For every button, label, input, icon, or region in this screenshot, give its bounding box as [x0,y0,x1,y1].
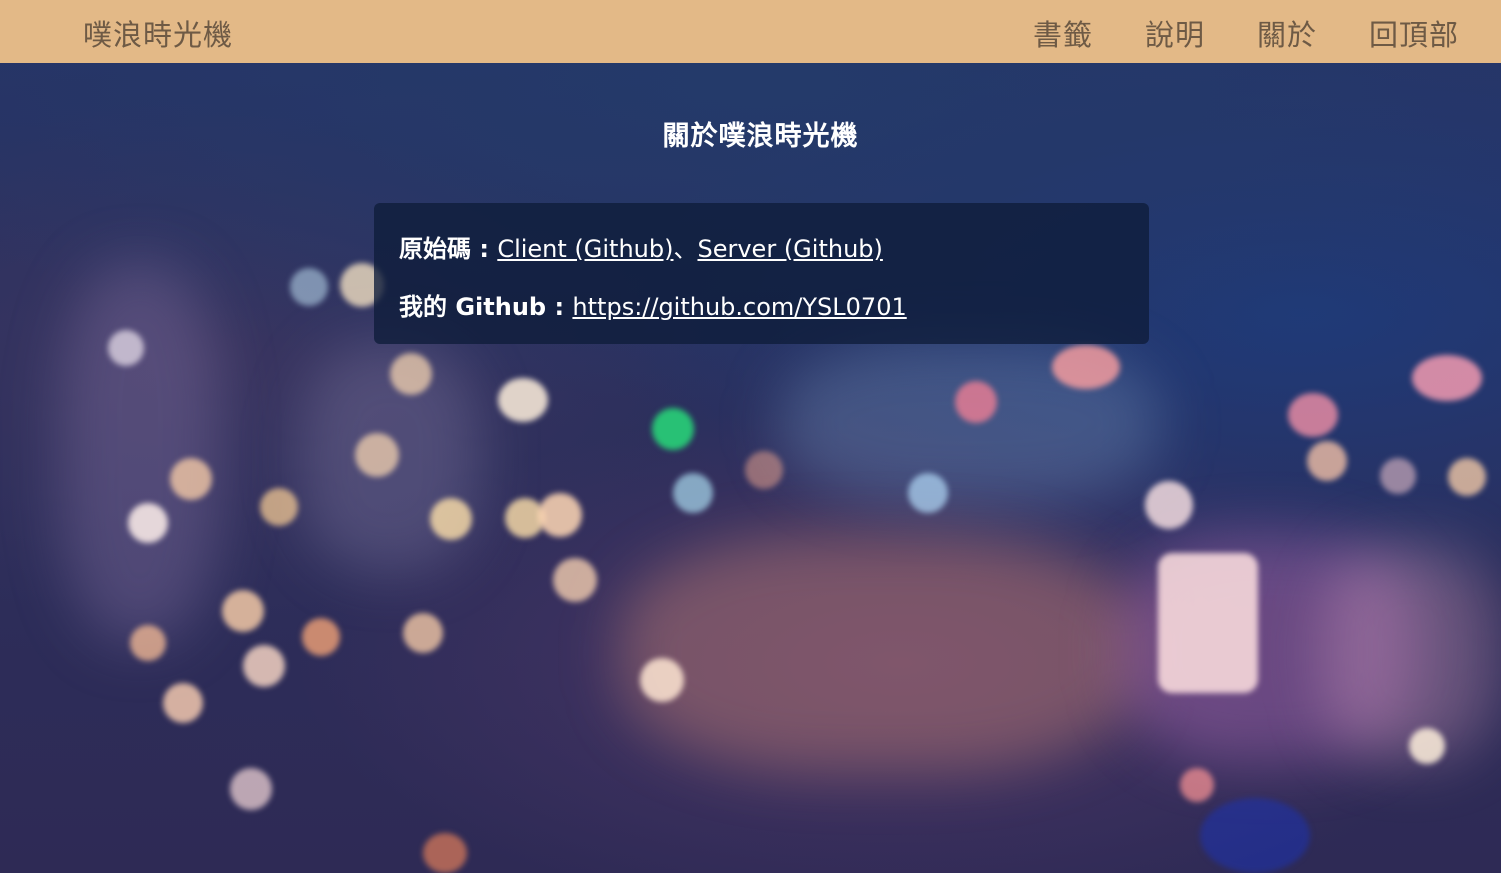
link-separator: 、 [673,235,698,263]
top-navbar: 噗浪時光機 書籤 說明 關於 回頂部 [0,0,1501,63]
nav-link-help[interactable]: 說明 [1145,12,1205,54]
my-github-label: 我的 Github : [399,293,573,321]
my-github-row: 我的 Github : https://github.com/YSL0701 [399,287,907,322]
page-title: 關於噗浪時光機 [662,121,859,152]
server-github-link[interactable]: Server (Github) [697,235,882,263]
nav-links: 書籤 說明 關於 回頂部 [1033,12,1459,54]
client-github-link[interactable]: Client (Github) [497,235,673,263]
nav-link-about[interactable]: 關於 [1257,12,1317,54]
nav-link-bookmarks[interactable]: 書籤 [1033,12,1093,54]
github-profile-link[interactable]: https://github.com/YSL0701 [572,293,906,321]
source-code-label: 原始碼 : [399,235,498,263]
about-info-card: 原始碼 : Client (Github)、Server (Github) 我的… [374,203,1149,344]
source-code-row: 原始碼 : Client (Github)、Server (Github) [399,229,883,264]
bokeh-city-background [0,63,1501,873]
nav-link-back-to-top[interactable]: 回頂部 [1369,12,1459,54]
brand-logo-link[interactable]: 噗浪時光機 [83,12,233,54]
